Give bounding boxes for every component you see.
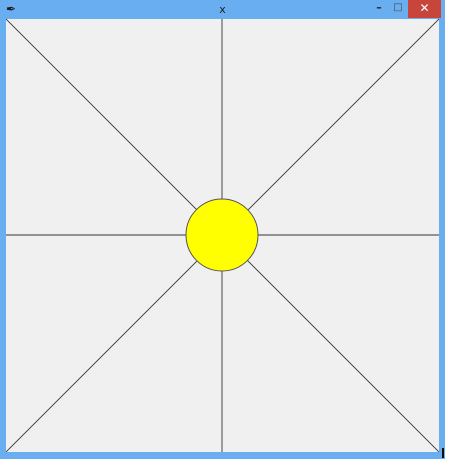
minimize-button[interactable]: – bbox=[370, 0, 388, 18]
app-window: ✒ x – □ ✕ bbox=[0, 0, 445, 459]
yellow-circle bbox=[185, 198, 259, 272]
text-cursor bbox=[442, 448, 444, 458]
drawing-canvas[interactable] bbox=[6, 19, 439, 452]
title-bar[interactable]: ✒ x – □ ✕ bbox=[0, 0, 445, 19]
canvas-svg bbox=[6, 19, 439, 452]
close-button[interactable]: ✕ bbox=[408, 0, 441, 18]
maximize-button[interactable]: □ bbox=[389, 0, 407, 18]
